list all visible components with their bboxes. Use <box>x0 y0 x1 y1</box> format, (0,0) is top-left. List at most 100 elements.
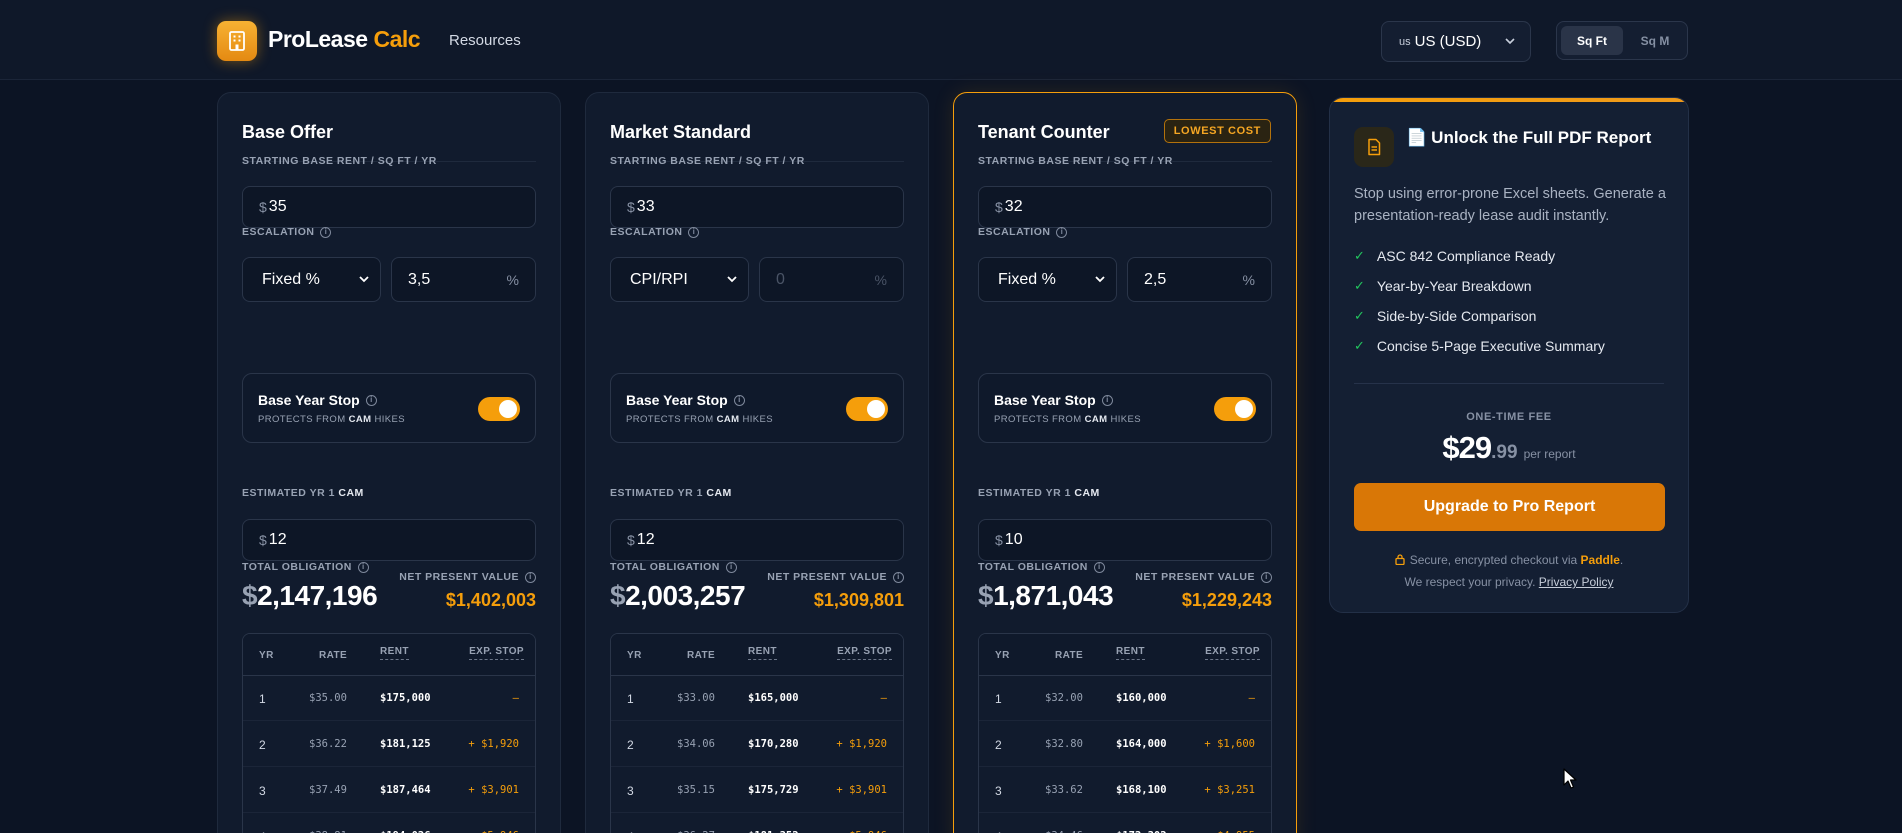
cam-input[interactable]: $ 12 <box>242 519 536 561</box>
cam-input[interactable]: $ 12 <box>610 519 904 561</box>
base-year-stop-toggle[interactable] <box>478 397 520 421</box>
accent-bar <box>1330 98 1688 102</box>
top-navbar: ProLease Calc Resources us US (USD) Sq F… <box>0 0 1902 80</box>
toggle-knob <box>499 400 517 418</box>
base-rent-value: 35 <box>268 198 287 215</box>
paddle-link[interactable]: Paddle <box>1581 553 1620 567</box>
column-header-rate: RATE <box>319 650 348 661</box>
cell-rate: $35.00 <box>309 692 347 704</box>
currency-select[interactable]: us US (USD) <box>1381 21 1531 62</box>
base-year-stop-panel: Base Year Stop i PROTECTS FROM CAM HIKES <box>610 373 904 443</box>
info-icon[interactable]: i <box>733 394 745 406</box>
unit-sqft-button[interactable]: Sq Ft <box>1561 26 1623 55</box>
base-rent-input[interactable]: $ 32 <box>978 186 1272 228</box>
column-header-rent[interactable]: RENT <box>748 646 777 660</box>
column-header-rent[interactable]: RENT <box>1116 646 1145 660</box>
info-icon[interactable]: i <box>525 571 536 583</box>
schedule-table: YR RATE RENT EXP. STOP 1 $32.00 $160,000 – 2… <box>978 633 1272 833</box>
cam-input[interactable]: $ 10 <box>978 519 1272 561</box>
base-year-stop-subtitle: PROTECTS FROM CAM HIKES <box>626 414 773 425</box>
cam-value: 10 <box>1004 531 1023 548</box>
escalation-type-select[interactable]: Fixed % <box>242 257 381 302</box>
info-icon[interactable]: i <box>893 571 904 583</box>
price-cents: .99 <box>1491 442 1518 463</box>
cell-rent: $175,000 <box>380 692 431 704</box>
scenario-card: Tenant Counter LOWEST COST STARTING BASE… <box>953 92 1297 833</box>
schedule-table: YR RATE RENT EXP. STOP 1 $35.00 $175,000 – 2… <box>242 633 536 833</box>
cell-yr: 1 <box>995 692 1002 706</box>
column-header-yr: YR <box>995 650 1010 661</box>
cell-rent: $164,000 <box>1116 738 1167 750</box>
base-year-stop-panel: Base Year Stop i PROTECTS FROM CAM HIKES <box>242 373 536 443</box>
base-rent-input[interactable]: $ 33 <box>610 186 904 228</box>
escalation-type-select[interactable]: CPI/RPI <box>610 257 749 302</box>
schedule-table: YR RATE RENT EXP. STOP 1 $33.00 $165,000 – 2… <box>610 633 904 833</box>
info-icon[interactable]: i <box>1093 561 1105 573</box>
info-icon[interactable]: i <box>1261 571 1272 583</box>
column-header-exp-stop[interactable]: EXP. STOP <box>1205 646 1260 660</box>
pro-report-upsell: 📄 Unlock the Full PDF Report Stop using … <box>1329 97 1689 613</box>
info-icon[interactable]: i <box>1101 394 1113 406</box>
table-row: 4$34.46$172,302+ $4,955 <box>979 814 1271 833</box>
percent-sign: % <box>506 271 519 288</box>
info-icon[interactable]: i <box>365 394 377 406</box>
base-year-stop-toggle[interactable] <box>1214 397 1256 421</box>
table-header: YR RATE RENT EXP. STOP <box>243 634 535 676</box>
cell-yr: 1 <box>259 692 266 706</box>
base-rent-input[interactable]: $ 35 <box>242 186 536 228</box>
info-icon[interactable]: i <box>320 226 332 238</box>
page-emoji-icon: 📄 <box>1406 128 1428 147</box>
column-header-yr: YR <box>259 650 274 661</box>
column-header-exp-stop[interactable]: EXP. STOP <box>837 646 892 660</box>
privacy-note: We respect your privacy. Privacy Policy <box>1404 575 1614 589</box>
info-icon[interactable]: i <box>725 561 737 573</box>
info-icon[interactable]: i <box>688 226 700 238</box>
nav-resources-link[interactable]: Resources <box>449 32 521 49</box>
cell-exp: – <box>1248 692 1255 704</box>
upgrade-button[interactable]: Upgrade to Pro Report <box>1354 483 1665 531</box>
escalation-rate-input[interactable]: 0 % <box>759 257 904 302</box>
cell-exp: + $1,600 <box>1204 738 1255 750</box>
unit-sqm-button[interactable]: Sq M <box>1625 26 1685 55</box>
currency-flag: us <box>1399 35 1411 48</box>
privacy-policy-link[interactable]: Privacy Policy <box>1539 575 1614 589</box>
table-row: 4$36.27$181,352+ $5,946 <box>611 814 903 833</box>
brand-main: ProLease <box>268 26 368 52</box>
scenario-title: Tenant Counter <box>978 122 1110 142</box>
scenario-card: Base Offer STARTING BASE RENT / SQ FT / … <box>217 92 561 833</box>
cell-exp: + $1,920 <box>836 738 887 750</box>
base-rent-label: STARTING BASE RENT / SQ FT / YR <box>610 155 805 167</box>
upsell-divider <box>1354 383 1664 384</box>
total-obligation-label: TOTAL OBLIGATION i <box>242 561 369 573</box>
table-row: 1 $35.00 $175,000 – <box>243 676 535 721</box>
escalation-type-select[interactable]: Fixed % <box>978 257 1117 302</box>
escalation-label: ESCALATION i <box>242 226 332 238</box>
column-header-rate: RATE <box>687 650 716 661</box>
escalation-rate-input[interactable]: 2,5 % <box>1127 257 1272 302</box>
base-year-stop-toggle[interactable] <box>846 397 888 421</box>
cell-rent: $170,280 <box>748 738 799 750</box>
npv-value: $1,309,801 <box>813 590 904 610</box>
fee-label: ONE-TIME FEE <box>1466 411 1552 423</box>
cell-rate: $33.62 <box>1045 784 1083 796</box>
escalation-label: ESCALATION i <box>610 226 700 238</box>
column-header-exp-stop[interactable]: EXP. STOP <box>469 646 524 660</box>
npv-label: NET PRESENT VALUE i <box>1135 571 1272 583</box>
base-year-stop-title: Base Year Stop i <box>258 392 377 408</box>
brand-name[interactable]: ProLease Calc <box>268 26 421 53</box>
cell-rent: $181,125 <box>380 738 431 750</box>
escalation-rate-input[interactable]: 3,5 % <box>391 257 536 302</box>
cell-rent: $187,464 <box>380 784 431 796</box>
cam-value: 12 <box>268 531 287 548</box>
info-icon[interactable]: i <box>1056 226 1068 238</box>
building-icon[interactable] <box>217 21 257 61</box>
info-icon[interactable]: i <box>357 561 369 573</box>
table-row: 2 $34.06 $170,280 + $1,920 <box>611 722 903 767</box>
unit-toggle: Sq Ft Sq M <box>1556 21 1688 60</box>
total-obligation-label: TOTAL OBLIGATION i <box>610 561 737 573</box>
cell-yr: 3 <box>995 784 1002 798</box>
column-header-rent[interactable]: RENT <box>380 646 409 660</box>
column-header-yr: YR <box>627 650 642 661</box>
table-row: 3 $37.49 $187,464 + $3,901 <box>243 768 535 813</box>
total-obligation-value: $1,871,043 <box>978 580 1114 611</box>
